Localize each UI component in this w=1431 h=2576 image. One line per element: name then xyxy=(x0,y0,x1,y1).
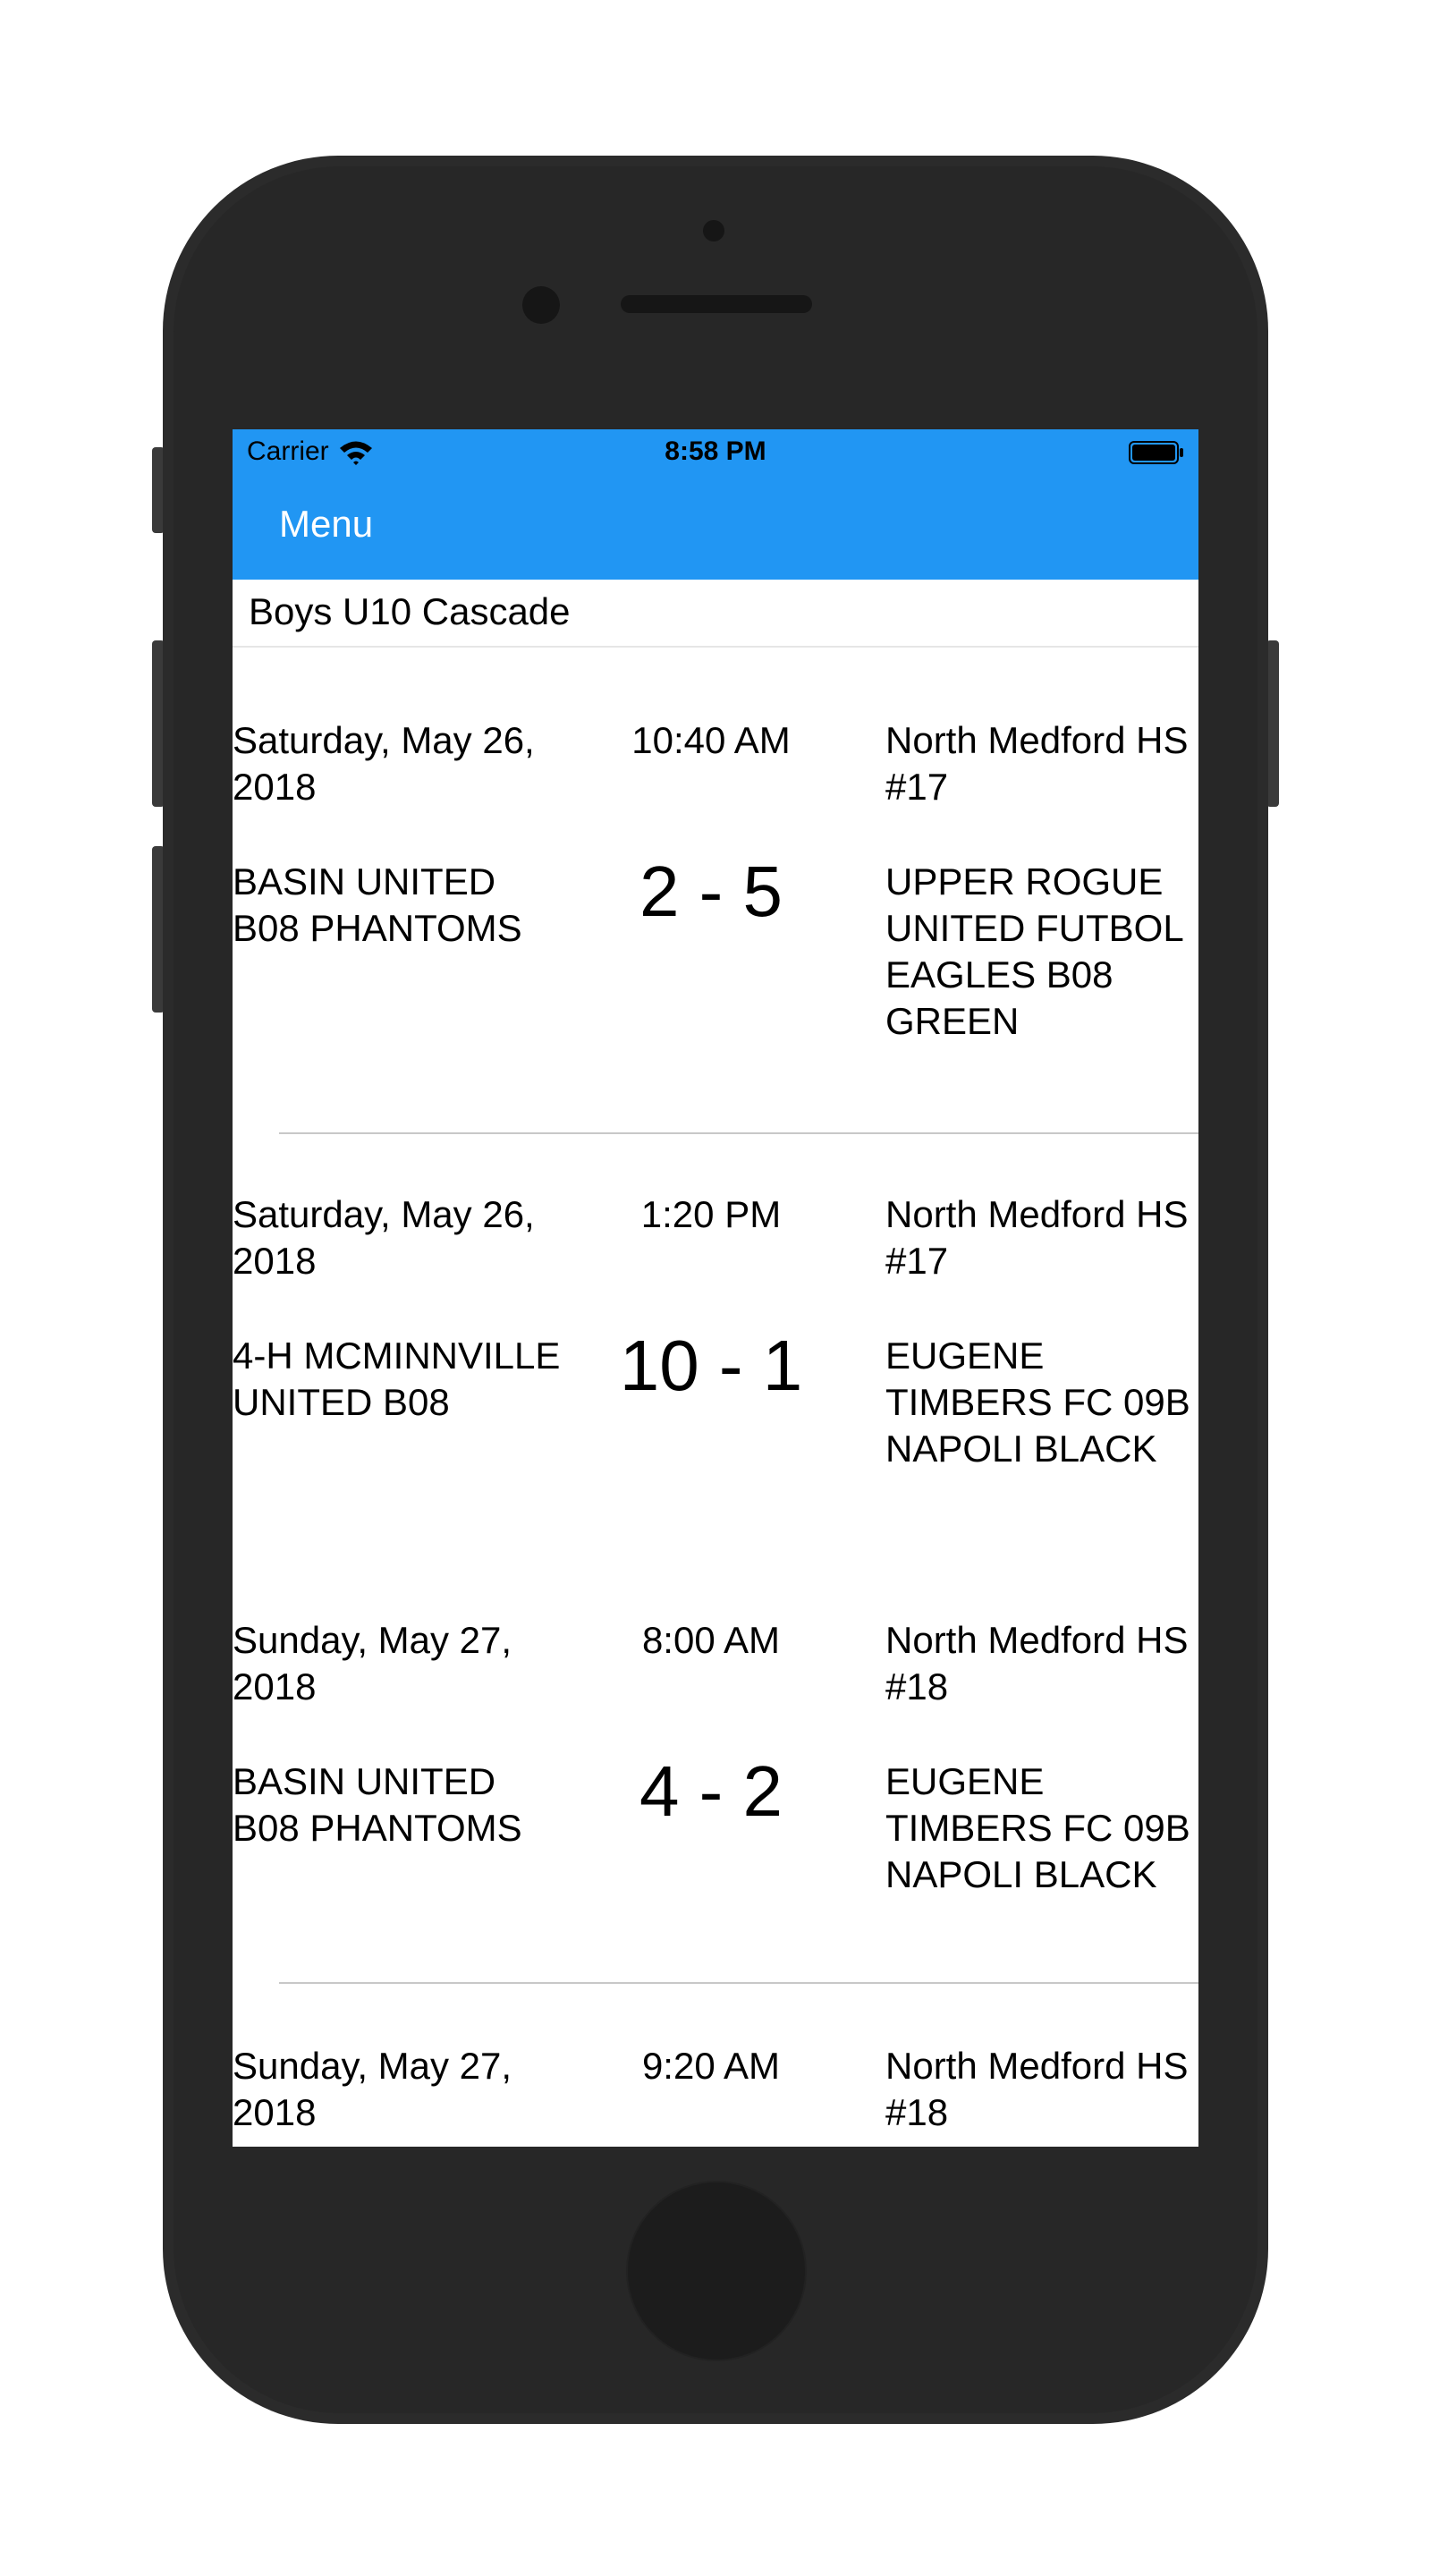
match-away-team: UPPER ROGUE UNITED FUTBOL EAGLES B08 GRE… xyxy=(885,860,1183,1042)
status-time: 8:58 PM xyxy=(665,436,766,466)
screen: Carrier 8:58 PM Menu Boys U10 Cascade Sa… xyxy=(233,429,1198,2147)
match-time: 1:20 PM xyxy=(640,1193,782,1235)
match-away-team: EUGENE TIMBERS FC 09B NAPOLI BLACK xyxy=(885,1335,1190,1470)
match-location: North Medford HS #17 xyxy=(885,719,1189,808)
match-score: 2 - 5 xyxy=(639,852,783,931)
division-picker[interactable]: Boys U10 Cascade xyxy=(233,580,1198,648)
match-time: 8:00 AM xyxy=(641,1619,781,1661)
division-picker-value: Boys U10 Cascade xyxy=(249,590,571,632)
row-divider xyxy=(279,1132,1198,1134)
power-button[interactable] xyxy=(1266,640,1279,807)
earpiece-speaker xyxy=(621,295,812,313)
match-score: 4 - 2 xyxy=(639,1751,783,1831)
match-away-team: EUGENE TIMBERS FC 09B NAPOLI BLACK xyxy=(885,1760,1190,1895)
proximity-sensor xyxy=(703,220,724,242)
front-camera xyxy=(522,286,560,324)
match-home-team: BASIN UNITED B08 PHANTOMS xyxy=(233,860,522,949)
home-button[interactable] xyxy=(626,2181,807,2361)
match-time: 9:20 AM xyxy=(641,2045,781,2087)
match-location: North Medford HS #18 xyxy=(885,1619,1189,1707)
match-home-team: BASIN UNITED B08 PHANTOMS xyxy=(233,1760,522,1849)
match-date: Saturday, May 26, 2018 xyxy=(233,719,535,808)
navigation-bar: Menu xyxy=(233,479,1198,580)
row-divider xyxy=(279,1982,1198,1984)
battery-icon xyxy=(1129,441,1183,464)
match-location: North Medford HS #18 xyxy=(885,2045,1189,2133)
match-location: North Medford HS #17 xyxy=(885,1193,1189,1282)
match-score: 10 - 1 xyxy=(619,1326,803,1405)
menu-button[interactable]: Menu xyxy=(279,503,373,546)
match-home-team: 4-H MCMINNVILLE UNITED B08 xyxy=(233,1335,561,1423)
match-date: Sunday, May 27, 2018 xyxy=(233,2045,512,2133)
match-date: Saturday, May 26, 2018 xyxy=(233,1193,535,1282)
match-date: Sunday, May 27, 2018 xyxy=(233,1619,512,1707)
status-bar: Carrier 8:58 PM xyxy=(233,429,1198,479)
match-time: 10:40 AM xyxy=(631,719,791,761)
